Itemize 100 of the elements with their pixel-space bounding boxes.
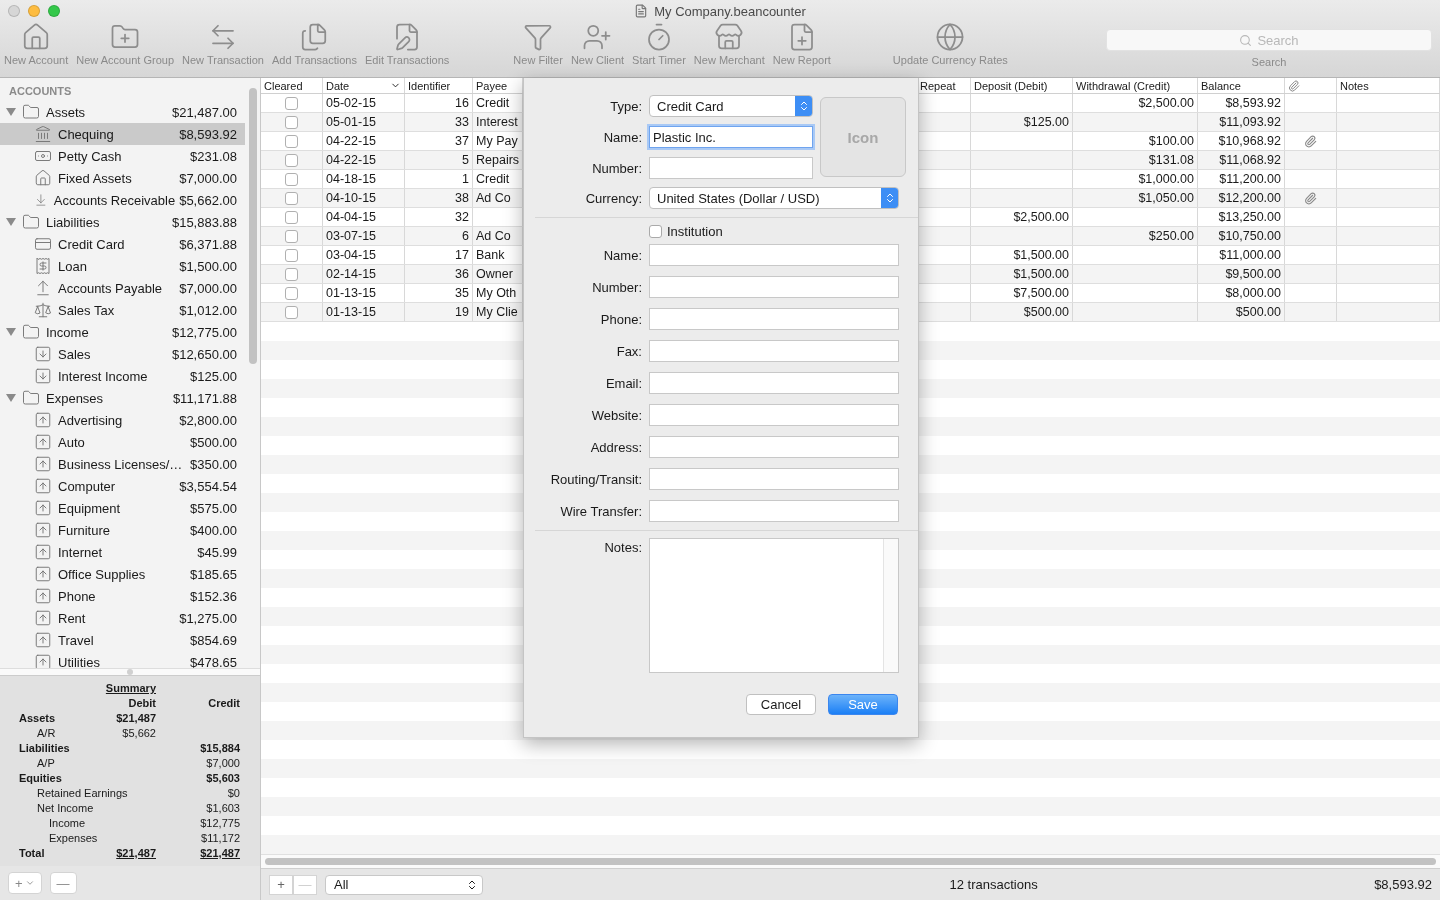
table-cell: 37	[455, 134, 469, 148]
field-label: Name:	[602, 129, 642, 145]
field-label: Notes:	[603, 539, 642, 555]
table-cell: $1,500.00	[1013, 267, 1069, 281]
table-cell: $1,500.00	[1013, 248, 1069, 262]
table-cell: $125.00	[1023, 115, 1069, 129]
summary-credit: $0	[226, 787, 240, 801]
account-name: Advertising	[58, 412, 124, 428]
account-amount: $6,371.88	[179, 236, 237, 252]
table-cell: 04-04-15	[326, 210, 377, 224]
summary-credit: $11,172	[200, 832, 240, 846]
table-cell: $500.00	[1235, 305, 1281, 319]
summary-credit: $12,775	[199, 817, 240, 831]
table-cell: $100.00	[1148, 134, 1194, 148]
account-amount: $11,171.88	[172, 390, 237, 406]
field-label: Email:	[604, 375, 642, 391]
table-cell: Bank	[476, 248, 505, 262]
table-cell: 5	[462, 153, 469, 167]
table-cell: Repairs	[476, 153, 520, 167]
account-amount: $1,012.00	[179, 302, 237, 318]
summary-debit: $21,487	[115, 712, 156, 726]
field-label: Fax:	[615, 343, 642, 359]
account-name: Sales	[58, 346, 92, 362]
summary-label: Net Income	[36, 802, 95, 816]
account-amount: $15,883.88	[171, 214, 237, 230]
account-amount: $500.00	[190, 434, 237, 450]
account-amount: $400.00	[190, 522, 237, 538]
account-amount: $854.69	[190, 632, 237, 648]
table-cell: 01-13-15	[326, 286, 377, 300]
account-amount: $21,487.00	[171, 104, 237, 120]
account-name: Travel	[58, 632, 95, 648]
table-cell: $11,093.92	[1219, 115, 1281, 129]
account-amount: $7,000.00	[179, 170, 237, 186]
summary-label: Liabilities	[19, 742, 71, 756]
field-label: Routing/Transit:	[549, 471, 642, 487]
table-cell: $1,050.00	[1138, 191, 1194, 205]
table-cell: Interest	[476, 115, 518, 129]
table-cell: Credit	[476, 96, 510, 110]
account-amount: $1,275.00	[179, 610, 237, 626]
table-cell: Owner	[476, 267, 513, 281]
account-name: Fixed Assets	[58, 170, 133, 186]
column-heading: Credit	[207, 697, 240, 711]
table-cell: Ad Co	[476, 191, 511, 205]
table-cell: $1,000.00	[1138, 172, 1194, 186]
account-amount: $5,662.00	[179, 192, 237, 208]
account-amount: $231.08	[190, 148, 237, 164]
account-amount: $350.00	[190, 456, 237, 472]
table-cell: My Oth	[476, 286, 517, 300]
account-name: Office Supplies	[58, 566, 147, 582]
table-cell: 04-22-15	[326, 153, 377, 167]
summary-label: A/P	[36, 757, 56, 771]
table-cell: My Pay	[476, 134, 518, 148]
summary-label: Expenses	[48, 832, 99, 846]
summary-credit: $21,487	[199, 847, 240, 861]
summary-label: Equities	[19, 772, 63, 786]
field-label: Name:	[602, 247, 642, 263]
table-cell: $10,750.00	[1218, 229, 1281, 243]
summary-label: Retained Earnings	[36, 787, 129, 801]
table-cell: 02-14-15	[326, 267, 377, 281]
account-name: Internet	[58, 544, 104, 560]
account-name: Assets	[46, 104, 86, 120]
table-cell: $11,200.00	[1219, 172, 1281, 186]
table-cell: $2,500.00	[1138, 96, 1194, 110]
summary-debit: $21,487	[115, 847, 156, 861]
account-amount: $152.36	[190, 588, 237, 604]
table-cell: $500.00	[1023, 305, 1069, 319]
account-name: Rent	[58, 610, 87, 626]
field-label: Phone:	[599, 311, 642, 327]
account-name: Expenses	[46, 390, 105, 406]
summary-label: Total	[19, 847, 46, 861]
account-amount: $1,500.00	[179, 258, 237, 274]
summary-label: Assets	[19, 712, 57, 726]
field-label: Website:	[590, 407, 642, 423]
summary-credit: $15,884	[199, 742, 240, 756]
table-cell: Credit	[476, 172, 510, 186]
account-name: Utilities	[58, 654, 101, 668]
table-cell: $12,200.00	[1218, 191, 1281, 205]
summary-credit: $1,603	[205, 802, 240, 816]
account-name: Equipment	[58, 500, 122, 516]
account-name: Computer	[58, 478, 117, 494]
account-name: Auto	[58, 434, 86, 450]
table-cell: 33	[455, 115, 469, 129]
account-amount: $125.00	[190, 368, 237, 384]
table-cell: 32	[455, 210, 469, 224]
table-cell: 04-22-15	[326, 134, 377, 148]
table-cell: 04-18-15	[326, 172, 377, 186]
table-cell: My Clie	[476, 305, 518, 319]
table-cell: $13,250.00	[1218, 210, 1281, 224]
table-cell: 1	[462, 172, 469, 186]
account-amount: $12,775.00	[171, 324, 237, 340]
table-cell: $10,968.92	[1218, 134, 1281, 148]
table-cell: $11,000.00	[1219, 248, 1281, 262]
account-name: Credit Card	[58, 236, 126, 252]
table-cell: $250.00	[1148, 229, 1194, 243]
account-amount: $45.99	[197, 544, 237, 560]
column-heading: Debit	[127, 697, 156, 711]
window-title: My Company.beancounter	[654, 3, 806, 19]
table-cell: $9,500.00	[1225, 267, 1281, 281]
account-name: Interest Income	[58, 368, 149, 384]
table-cell: $8,000.00	[1225, 286, 1281, 300]
